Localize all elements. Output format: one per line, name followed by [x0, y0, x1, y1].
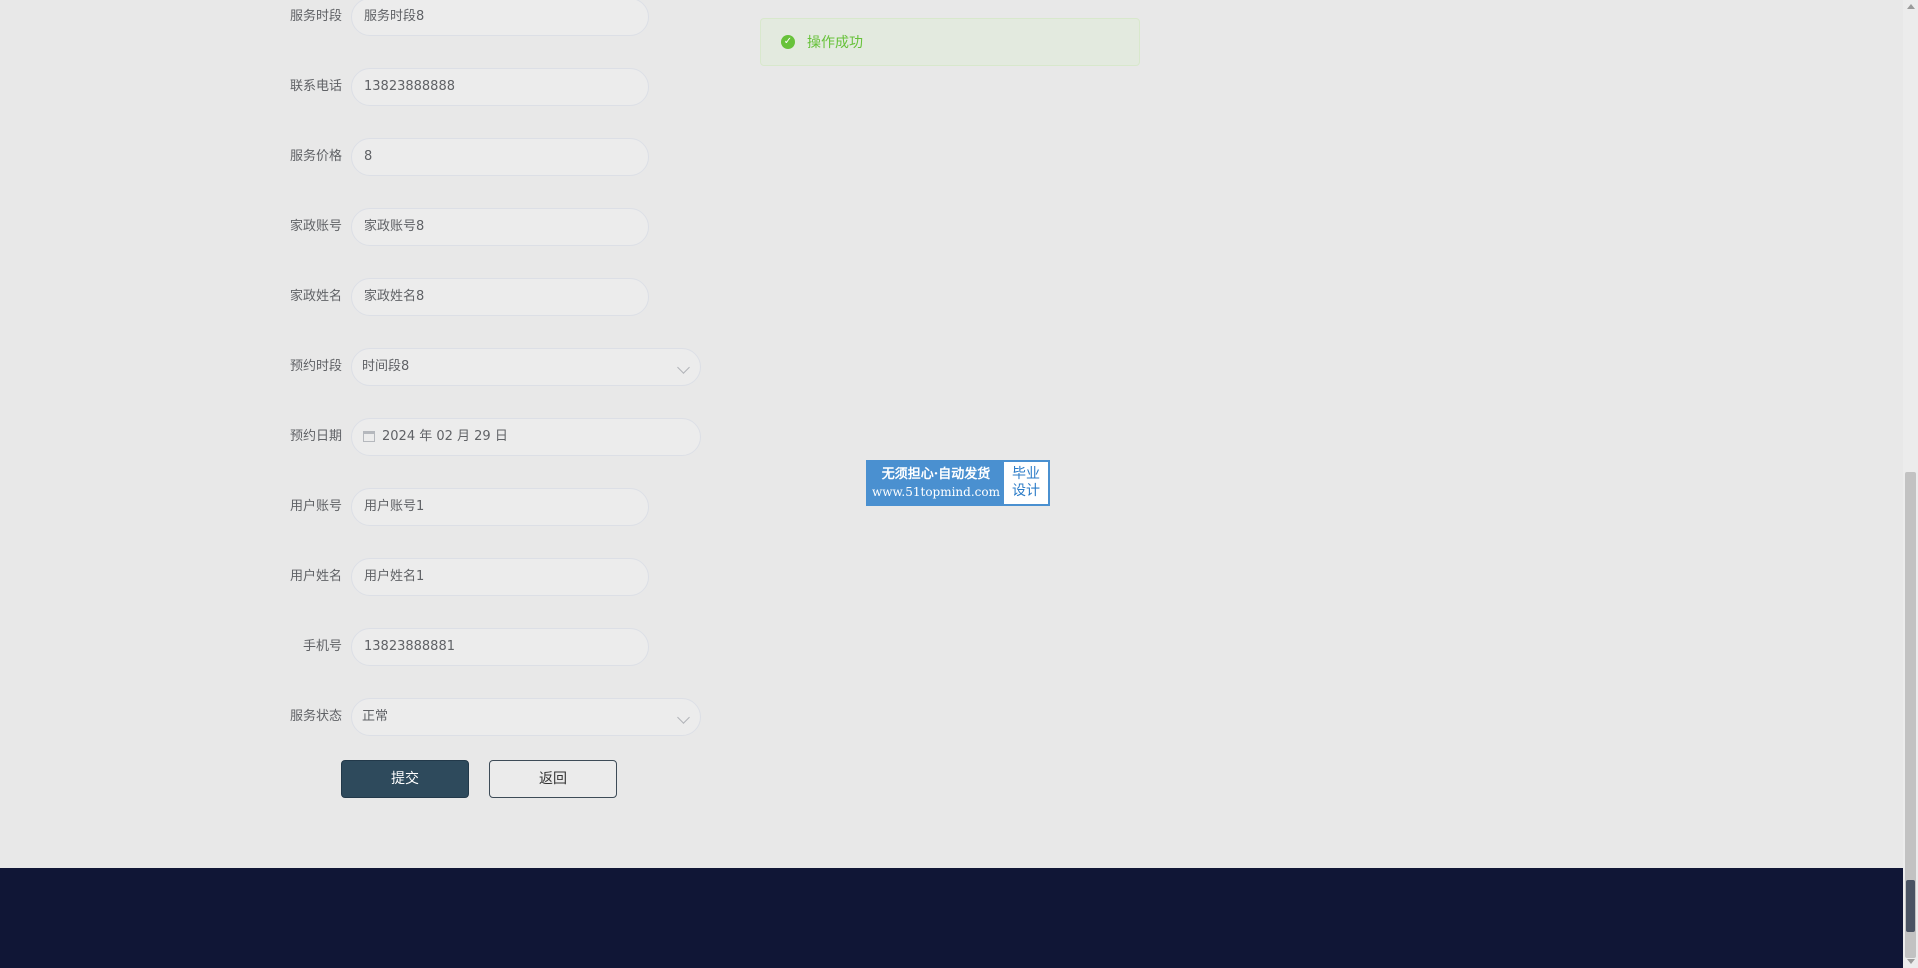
booking-period-value: 时间段8: [362, 359, 410, 374]
user-account-input[interactable]: 用户账号1: [351, 488, 649, 526]
page-footer: [0, 868, 1903, 968]
user-name-label: 用户姓名: [289, 569, 342, 584]
scroll-up-icon[interactable]: [1907, 4, 1915, 9]
chevron-down-icon: [677, 361, 690, 374]
badge-slogan: 无须担心·自动发货: [881, 467, 991, 482]
form-item-booking-period: 预约时段 时间段8: [0, 347, 720, 387]
badge-side: 毕业 设计: [1004, 462, 1048, 504]
form-item-contact-phone: 联系电话 13823888888: [0, 67, 720, 107]
booking-date-label: 预约日期: [289, 429, 342, 444]
form-item-booking-date: 预约日期 2024 年 02 月 29 日: [0, 417, 720, 457]
success-toast: ✓ 操作成功: [760, 18, 1140, 66]
service-price-label: 服务价格: [289, 149, 342, 164]
form-item-service-period: 服务时段 服务时段8: [0, 0, 720, 37]
submit-button[interactable]: 提交: [341, 760, 469, 798]
form-item-housekeeper-account: 家政账号 家政账号8: [0, 207, 720, 247]
contact-phone-label: 联系电话: [289, 79, 342, 94]
form-item-mobile: 手机号 13823888881: [0, 627, 720, 667]
badge-side-line1: 毕业: [1012, 466, 1040, 482]
contact-phone-input[interactable]: 13823888888: [351, 68, 649, 106]
user-name-input[interactable]: 用户姓名1: [351, 558, 649, 596]
housekeeper-name-input[interactable]: 家政姓名8: [351, 278, 649, 316]
toast-message: 操作成功: [807, 35, 863, 51]
chevron-down-icon: [677, 711, 690, 724]
form-item-service-price: 服务价格 8: [0, 137, 720, 177]
edit-form: 服务时段 服务时段8 联系电话 13823888888 服务价格 8 家政账号 …: [0, 0, 720, 868]
service-status-select[interactable]: 正常: [351, 698, 701, 736]
form-item-user-account: 用户账号 用户账号1: [0, 487, 720, 527]
booking-date-picker[interactable]: 2024 年 02 月 29 日: [351, 418, 701, 456]
side-grip-handle[interactable]: [1906, 880, 1915, 932]
form-item-user-name: 用户姓名 用户姓名1: [0, 557, 720, 597]
calendar-icon: [363, 431, 375, 442]
booking-period-select[interactable]: 时间段8: [351, 348, 701, 386]
booking-period-label: 预约时段: [289, 359, 342, 374]
badge-main: 无须担心·自动发货 www.51topmind.com: [868, 462, 1004, 504]
housekeeper-account-input[interactable]: 家政账号8: [351, 208, 649, 246]
form-item-service-status: 服务状态 正常: [0, 697, 720, 737]
badge-url: www.51topmind.com: [872, 485, 1000, 499]
mobile-input[interactable]: 13823888881: [351, 628, 649, 666]
back-button[interactable]: 返回: [489, 760, 617, 798]
service-status-value: 正常: [362, 709, 389, 724]
housekeeper-account-label: 家政账号: [289, 219, 342, 234]
form-item-housekeeper-name: 家政姓名 家政姓名8: [0, 277, 720, 317]
badge-side-line2: 设计: [1012, 483, 1040, 499]
housekeeper-name-label: 家政姓名: [289, 289, 342, 304]
vertical-scrollbar[interactable]: [1903, 0, 1918, 968]
service-period-label: 服务时段: [289, 9, 342, 24]
user-account-label: 用户账号: [289, 499, 342, 514]
mobile-label: 手机号: [302, 639, 342, 654]
service-status-label: 服务状态: [289, 709, 342, 724]
watermark-badge: 无须担心·自动发货 www.51topmind.com 毕业 设计: [866, 460, 1050, 506]
booking-date-value: 2024 年 02 月 29 日: [382, 429, 508, 444]
service-price-input[interactable]: 8: [351, 138, 649, 176]
service-period-input[interactable]: 服务时段8: [351, 0, 649, 36]
check-circle-icon: ✓: [781, 35, 795, 49]
scroll-down-icon[interactable]: [1907, 959, 1915, 964]
